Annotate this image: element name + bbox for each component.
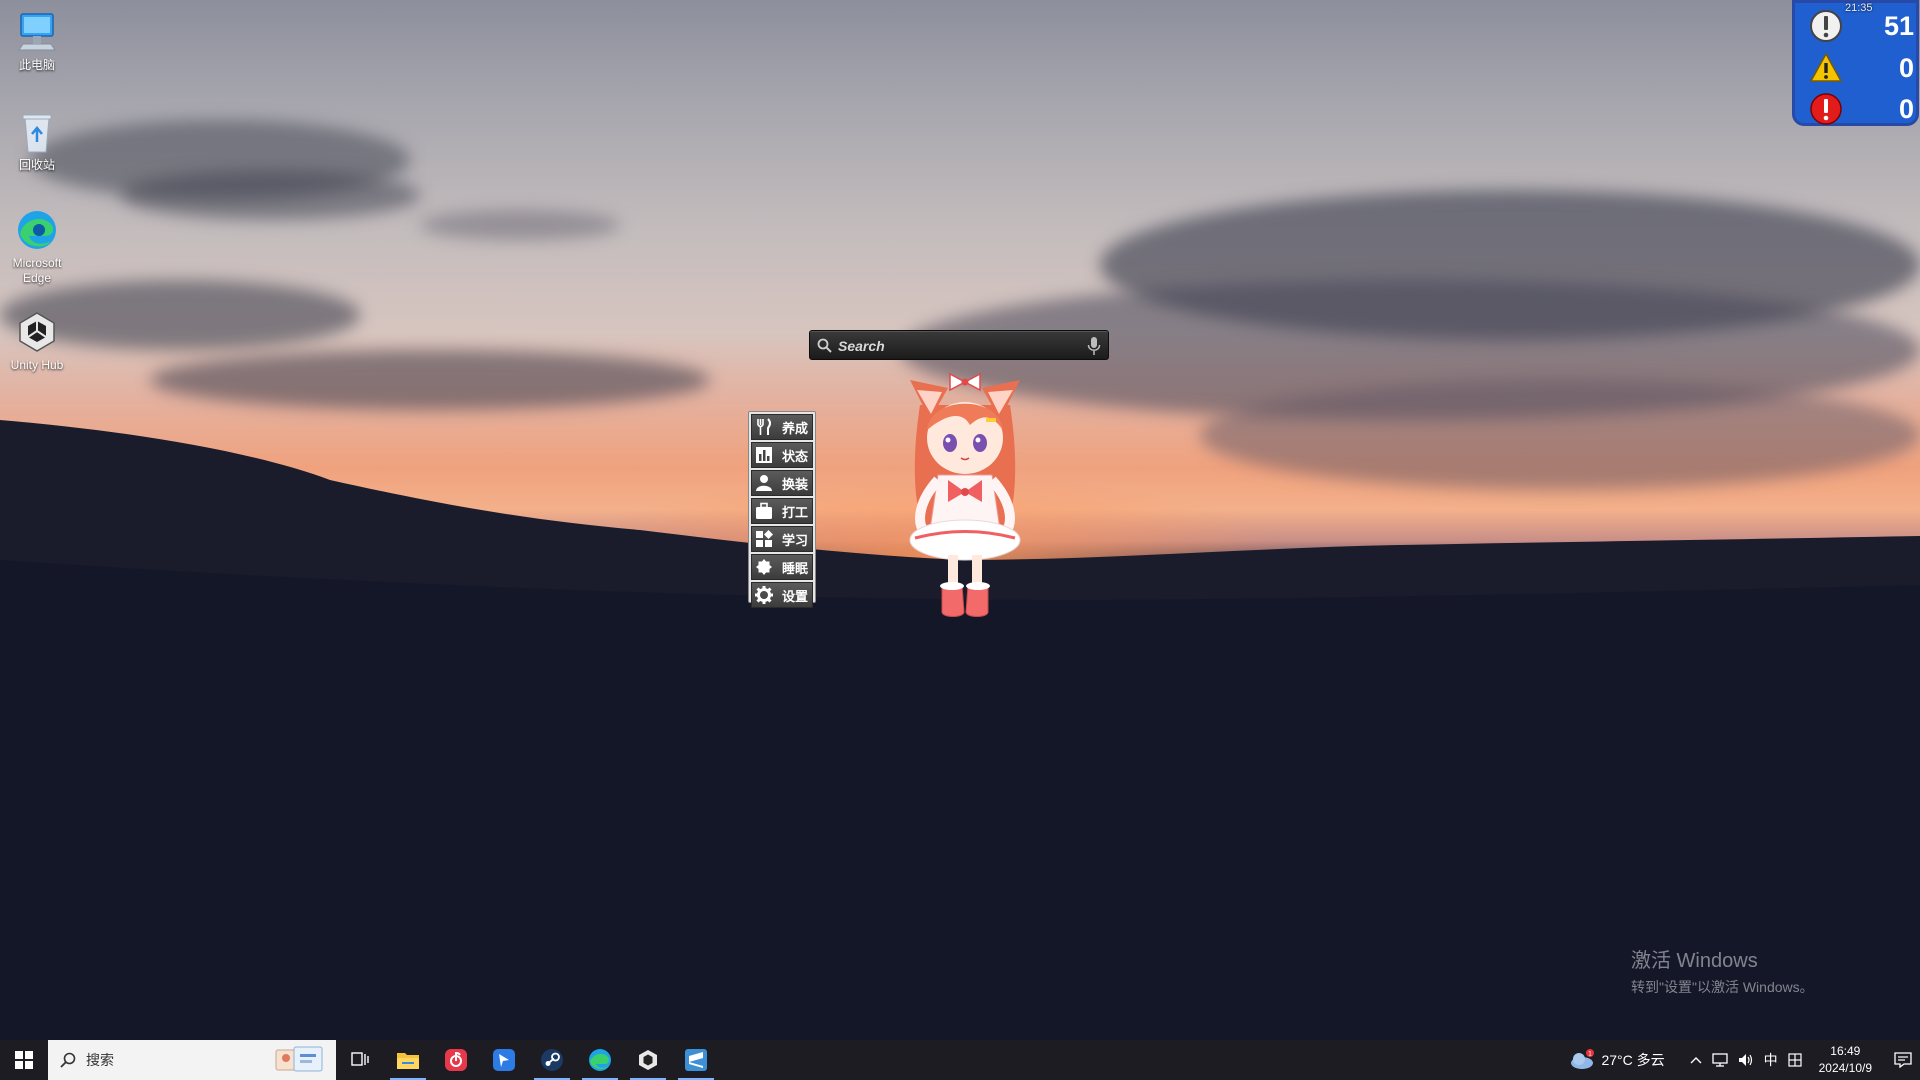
gear-icon [752,584,776,606]
desktop-icon-label: 此电脑 [18,58,55,72]
notification-center-button[interactable] [1886,1052,1920,1068]
desktop-icon-label: Microsoft Edge [12,256,62,285]
status-row-error: 0 [1809,90,1914,128]
desktop-icon-label: Unity Hub [10,358,64,372]
start-button[interactable] [0,1040,48,1080]
recycle-bin-icon [15,110,59,154]
edge-icon [15,208,59,252]
taskbar-search-label: 搜索 [86,1052,114,1068]
status-row-warning: 0 [1809,49,1914,87]
status-row-info: 51 [1809,7,1914,45]
clock-date: 2024/10/9 [1818,1061,1872,1075]
weather-text: 27°C 多云 [1601,1052,1665,1068]
speaker-icon [1738,1054,1752,1066]
computer-icon [15,10,59,54]
menu-item-sleep[interactable]: 睡眠 [751,554,813,580]
microphone-icon[interactable] [1087,336,1101,356]
bar-chart-icon [752,444,776,466]
desktop-pet-character[interactable] [890,350,1040,630]
input-mode-button[interactable] [1788,1053,1802,1067]
taskbar: 搜索 1 27°C 多云 中 16:49 2024/10/9 [0,1040,1920,1080]
moon-icon [752,556,776,578]
watermark-subtitle: 转到"设置"以激活 Windows。 [1631,979,1814,995]
menu-item-label: 换装 [781,476,808,492]
desktop-icon-edge[interactable]: Microsoft Edge [0,208,74,286]
menu-item-work[interactable]: 打工 [751,498,813,524]
windows-logo-icon [15,1051,33,1069]
taskbar-app-unity-hub[interactable] [624,1040,672,1080]
unity-hub-icon [15,310,59,354]
network-icon [1711,1053,1728,1067]
system-tray: 1 27°C 多云 中 16:49 2024/10/9 [1569,1040,1920,1080]
info-count: 51 [1883,10,1914,41]
taskbar-app-sublime[interactable] [672,1040,720,1080]
clock-time: 16:49 [1830,1044,1861,1058]
input-method-button[interactable]: 中 [1764,1050,1778,1070]
status-monitor-widget[interactable]: 21:35 51 0 0 [1792,0,1919,126]
taskbar-app-feishu[interactable] [480,1040,528,1080]
menu-item-settings[interactable]: 设置 [751,582,813,608]
desktop-icon-recycle-bin[interactable]: 回收站 [0,110,74,173]
desktop-icon-unity-hub[interactable]: Unity Hub [0,310,74,373]
task-view-button[interactable] [336,1040,384,1080]
cloudy-weather-icon: 1 [1571,1049,1595,1069]
unity-hub-icon [639,1050,657,1070]
menu-item-label: 设置 [781,588,808,604]
menu-item-study[interactable]: 学习 [751,526,813,552]
notification-icon [1894,1052,1912,1068]
grid-input-icon [1788,1053,1802,1067]
search-placeholder: Search [838,338,885,354]
person-icon [752,472,776,494]
warning-icon [1809,52,1843,82]
menu-item-label: 打工 [781,504,808,520]
desktop-icon-label: 回收站 [18,158,55,172]
search-icon [817,338,832,353]
fork-knife-icon [752,416,776,438]
menu-item-label: 睡眠 [781,560,808,576]
taskbar-app-netease-music[interactable] [432,1040,480,1080]
chevron-up-icon [1690,1057,1702,1064]
menu-item-nurture[interactable]: 养成 [751,414,813,440]
taskbar-app-file-explorer[interactable] [384,1040,432,1080]
info-exclamation-icon [1810,10,1842,42]
weather-badge: 1 [1589,1051,1593,1058]
sublime-icon [685,1049,707,1071]
weather-widget[interactable]: 1 27°C 多云 [1569,1049,1665,1071]
menu-item-label: 学习 [781,532,808,548]
feishu-icon [493,1049,515,1071]
taskbar-clock[interactable]: 16:49 2024/10/9 [1819,1043,1872,1077]
activation-watermark: 激活 Windows 转到"设置"以激活 Windows。 [1631,944,1814,997]
network-button[interactable] [1711,1053,1728,1067]
volume-button[interactable] [1738,1053,1754,1067]
taskbar-app-steam[interactable] [528,1040,576,1080]
steam-icon [541,1049,563,1071]
taskbar-search-box[interactable]: 搜索 [48,1040,336,1080]
file-explorer-icon [397,1053,419,1069]
blocks-icon [752,528,776,550]
netease-music-icon [445,1049,467,1071]
watermark-title: 激活 Windows [1631,950,1758,972]
menu-item-dress-up[interactable]: 换装 [751,470,813,496]
warning-count: 0 [1898,52,1914,83]
menu-item-label: 养成 [781,420,808,436]
taskbar-app-edge[interactable] [576,1040,624,1080]
edge-icon [589,1049,611,1071]
menu-item-status[interactable]: 状态 [751,442,813,468]
show-hidden-icons-button[interactable] [1690,1056,1702,1064]
task-view-icon [351,1052,369,1066]
briefcase-icon [752,500,776,522]
pet-action-menu: 养成 状态 换装 打工 学习 睡眠 设置 [748,411,816,608]
search-highlight-icon [275,1046,323,1072]
desktop-icon-this-pc[interactable]: 此电脑 [0,10,74,73]
error-count: 0 [1898,93,1914,124]
error-icon [1810,93,1842,125]
menu-item-label: 状态 [781,448,808,464]
search-icon [60,1052,76,1068]
